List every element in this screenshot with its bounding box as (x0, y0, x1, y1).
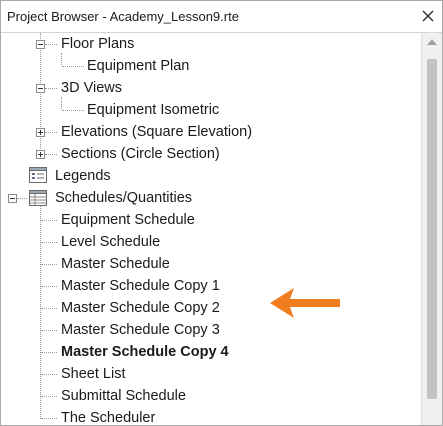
tree-item-submittal-schedule[interactable]: Submittal Schedule (61, 385, 186, 407)
tree-connector-line (45, 132, 57, 133)
title-bar: Project Browser - Academy_Lesson9.rte (1, 1, 442, 33)
tree-connector-line (41, 396, 57, 397)
tree-connector-line (41, 286, 57, 287)
tree-connector-line (41, 352, 57, 353)
project-tree: Floor Plans Equipment Plan 3D Views Equi… (1, 33, 421, 425)
arrow-left-icon (270, 288, 340, 318)
tree-item-schedules-quantities[interactable]: Schedules/Quantities (55, 187, 192, 209)
collapse-schedules-toggle[interactable] (8, 194, 17, 203)
expand-elevations-toggle[interactable] (36, 128, 45, 137)
tree-connector-line (41, 242, 57, 243)
tree-item-sections[interactable]: Sections (Circle Section) (61, 143, 220, 165)
tree-item-equipment-isometric[interactable]: Equipment Isometric (87, 99, 219, 121)
tree-connector-line (45, 154, 57, 155)
tree-connector-line (62, 66, 84, 67)
close-button[interactable] (418, 6, 438, 26)
tree-item-master-schedule-copy-3[interactable]: Master Schedule Copy 3 (61, 319, 220, 341)
scrollbar-thumb[interactable] (427, 59, 437, 399)
collapse-floor-plans-toggle[interactable] (36, 40, 45, 49)
tree-item-master-schedule-copy-1[interactable]: Master Schedule Copy 1 (61, 275, 220, 297)
window-title: Project Browser - Academy_Lesson9.rte (7, 9, 239, 24)
tree-connector-line (45, 88, 57, 89)
legend-view-icon (29, 167, 47, 183)
tree-item-legends[interactable]: Legends (55, 165, 111, 187)
tree-connector-line (41, 330, 57, 331)
expand-sections-toggle[interactable] (36, 150, 45, 159)
tree-connector-line (41, 418, 57, 419)
tree-item-floor-plans[interactable]: Floor Plans (61, 33, 134, 55)
tree-item-master-schedule-copy-4[interactable]: Master Schedule Copy 4 (61, 341, 229, 363)
tree-connector-line (41, 374, 57, 375)
tree-connector-line (41, 220, 57, 221)
schedule-view-icon (29, 190, 47, 206)
tree-item-level-schedule[interactable]: Level Schedule (61, 231, 160, 253)
project-browser-panel: Project Browser - Academy_Lesson9.rte Fl… (0, 0, 443, 426)
scroll-up-icon[interactable] (427, 39, 437, 45)
tree-item-equipment-plan[interactable]: Equipment Plan (87, 55, 189, 77)
tree-item-sheet-list[interactable]: Sheet List (61, 363, 126, 385)
tree-connector-line (45, 44, 57, 45)
tree-connector-line (40, 205, 41, 419)
tree-item-master-schedule-copy-2[interactable]: Master Schedule Copy 2 (61, 297, 220, 319)
tree-item-3d-views[interactable]: 3D Views (61, 77, 122, 99)
tree-connector-line (17, 198, 27, 199)
tree-item-master-schedule[interactable]: Master Schedule (61, 253, 170, 275)
collapse-3d-views-toggle[interactable] (36, 84, 45, 93)
tree-connector-line (41, 264, 57, 265)
close-icon (422, 10, 434, 22)
tree-item-equipment-schedule[interactable]: Equipment Schedule (61, 209, 195, 231)
vertical-scrollbar[interactable] (421, 33, 442, 425)
tree-connector-line (62, 110, 84, 111)
tree-connector-line (41, 308, 57, 309)
tree-item-elevations[interactable]: Elevations (Square Elevation) (61, 121, 252, 143)
tree-item-the-scheduler[interactable]: The Scheduler (61, 407, 155, 425)
